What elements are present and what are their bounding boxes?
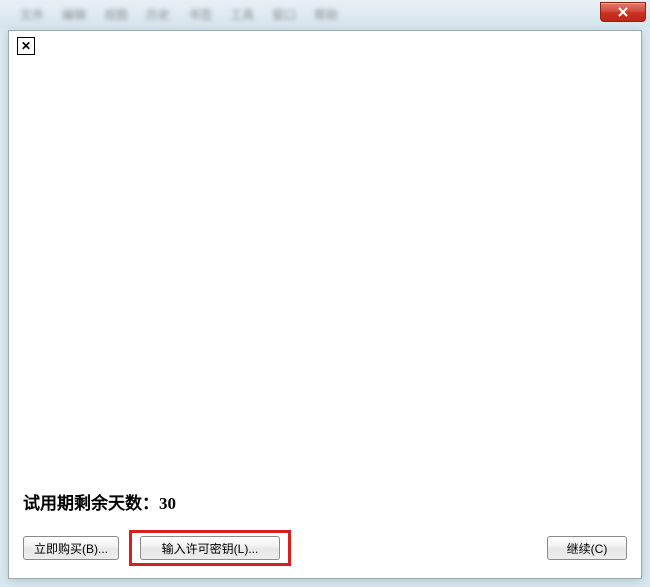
window-title-bar: 文件 编辑 视图 历史 书签 工具 窗口 帮助 [0,0,650,28]
dialog-body [9,61,641,489]
trial-days-value: 30 [159,494,176,513]
enter-license-key-button[interactable]: 输入许可密钥(L)... [140,536,280,560]
highlight-annotation: 输入许可密钥(L)... [129,530,291,566]
buy-now-button[interactable]: 立即购买(B)... [23,536,119,560]
close-icon [617,6,629,18]
continue-button[interactable]: 继续(C) [547,536,627,560]
trial-label: 试用期剩余天数： [23,494,159,513]
dialog-button-row: 立即购买(B)... 输入许可密钥(L)... 继续(C) [9,524,641,578]
trial-days-message: 试用期剩余天数：30 [9,489,641,524]
broken-image-icon: ✕ [17,37,35,55]
window-close-button[interactable] [600,2,646,22]
background-menu: 文件 编辑 视图 历史 书签 工具 窗口 帮助 [0,6,338,23]
trial-dialog: ✕ 试用期剩余天数：30 立即购买(B)... 输入许可密钥(L)... 继续(… [8,30,642,579]
dialog-header: ✕ [9,31,641,61]
